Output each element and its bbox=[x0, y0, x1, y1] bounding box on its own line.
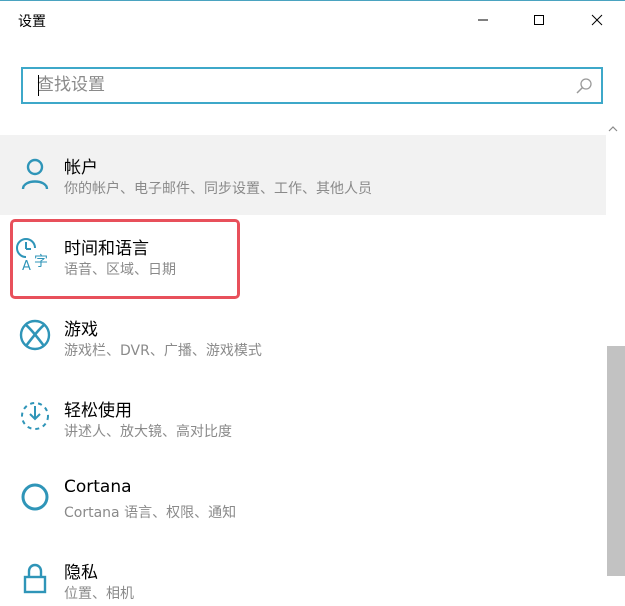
maximize-icon bbox=[534, 15, 544, 25]
settings-list-area: 帐户 你的帐户、电子邮件、同步设置、工作、其他人员 A 字 时间和语言 语音、区… bbox=[0, 135, 606, 606]
minimize-icon bbox=[478, 19, 488, 21]
window-title: 设置 bbox=[18, 14, 46, 30]
person-icon bbox=[21, 158, 49, 190]
close-button[interactable] bbox=[574, 1, 620, 39]
settings-item-name: 轻松使用 bbox=[64, 401, 132, 421]
search-box[interactable] bbox=[21, 67, 603, 104]
settings-item-name: 帐户 bbox=[64, 158, 98, 178]
settings-item-ease-of-access[interactable]: 轻松使用 讲述人、放大镜、高对比度 bbox=[0, 378, 606, 458]
close-icon bbox=[591, 14, 603, 26]
settings-item-description: Cortana 语言、权限、通知 bbox=[64, 505, 237, 521]
search-icon[interactable] bbox=[575, 77, 593, 95]
scroll-up-icon[interactable] bbox=[607, 123, 619, 135]
title-bar: 设置 bbox=[0, 1, 625, 41]
maximize-button[interactable] bbox=[516, 1, 562, 39]
scrollbar-thumb[interactable] bbox=[607, 346, 625, 576]
cortana-icon bbox=[21, 483, 49, 511]
search-area bbox=[0, 41, 625, 135]
highlight-box bbox=[10, 219, 240, 299]
settings-item-description: 位置、相机 bbox=[64, 586, 134, 602]
lock-icon bbox=[23, 563, 47, 594]
minimize-button[interactable] bbox=[460, 1, 506, 39]
settings-item-description: 你的帐户、电子邮件、同步设置、工作、其他人员 bbox=[64, 181, 372, 197]
xbox-icon bbox=[19, 319, 51, 351]
settings-item-privacy[interactable]: 隐私 位置、相机 bbox=[0, 540, 606, 606]
search-input[interactable] bbox=[37, 73, 557, 97]
settings-item-accounts[interactable]: 帐户 你的帐户、电子邮件、同步设置、工作、其他人员 bbox=[0, 135, 606, 215]
text-caret bbox=[38, 75, 39, 96]
settings-item-name: 游戏 bbox=[64, 320, 98, 340]
settings-item-cortana[interactable]: Cortana Cortana 语言、权限、通知 bbox=[0, 459, 606, 539]
settings-item-description: 讲述人、放大镜、高对比度 bbox=[64, 424, 232, 440]
settings-item-gaming[interactable]: 游戏 游戏栏、DVR、广播、游戏模式 bbox=[0, 297, 606, 377]
settings-item-name: 隐私 bbox=[64, 563, 98, 583]
ease-of-access-icon bbox=[21, 402, 49, 430]
settings-item-name: Cortana bbox=[64, 477, 132, 497]
settings-item-description: 游戏栏、DVR、广播、游戏模式 bbox=[64, 343, 262, 359]
settings-window: 设置 查找设置 帐户 你的帐户、电子邮件、同步设置、工作、其他人员 A 字 时间… bbox=[0, 0, 625, 606]
